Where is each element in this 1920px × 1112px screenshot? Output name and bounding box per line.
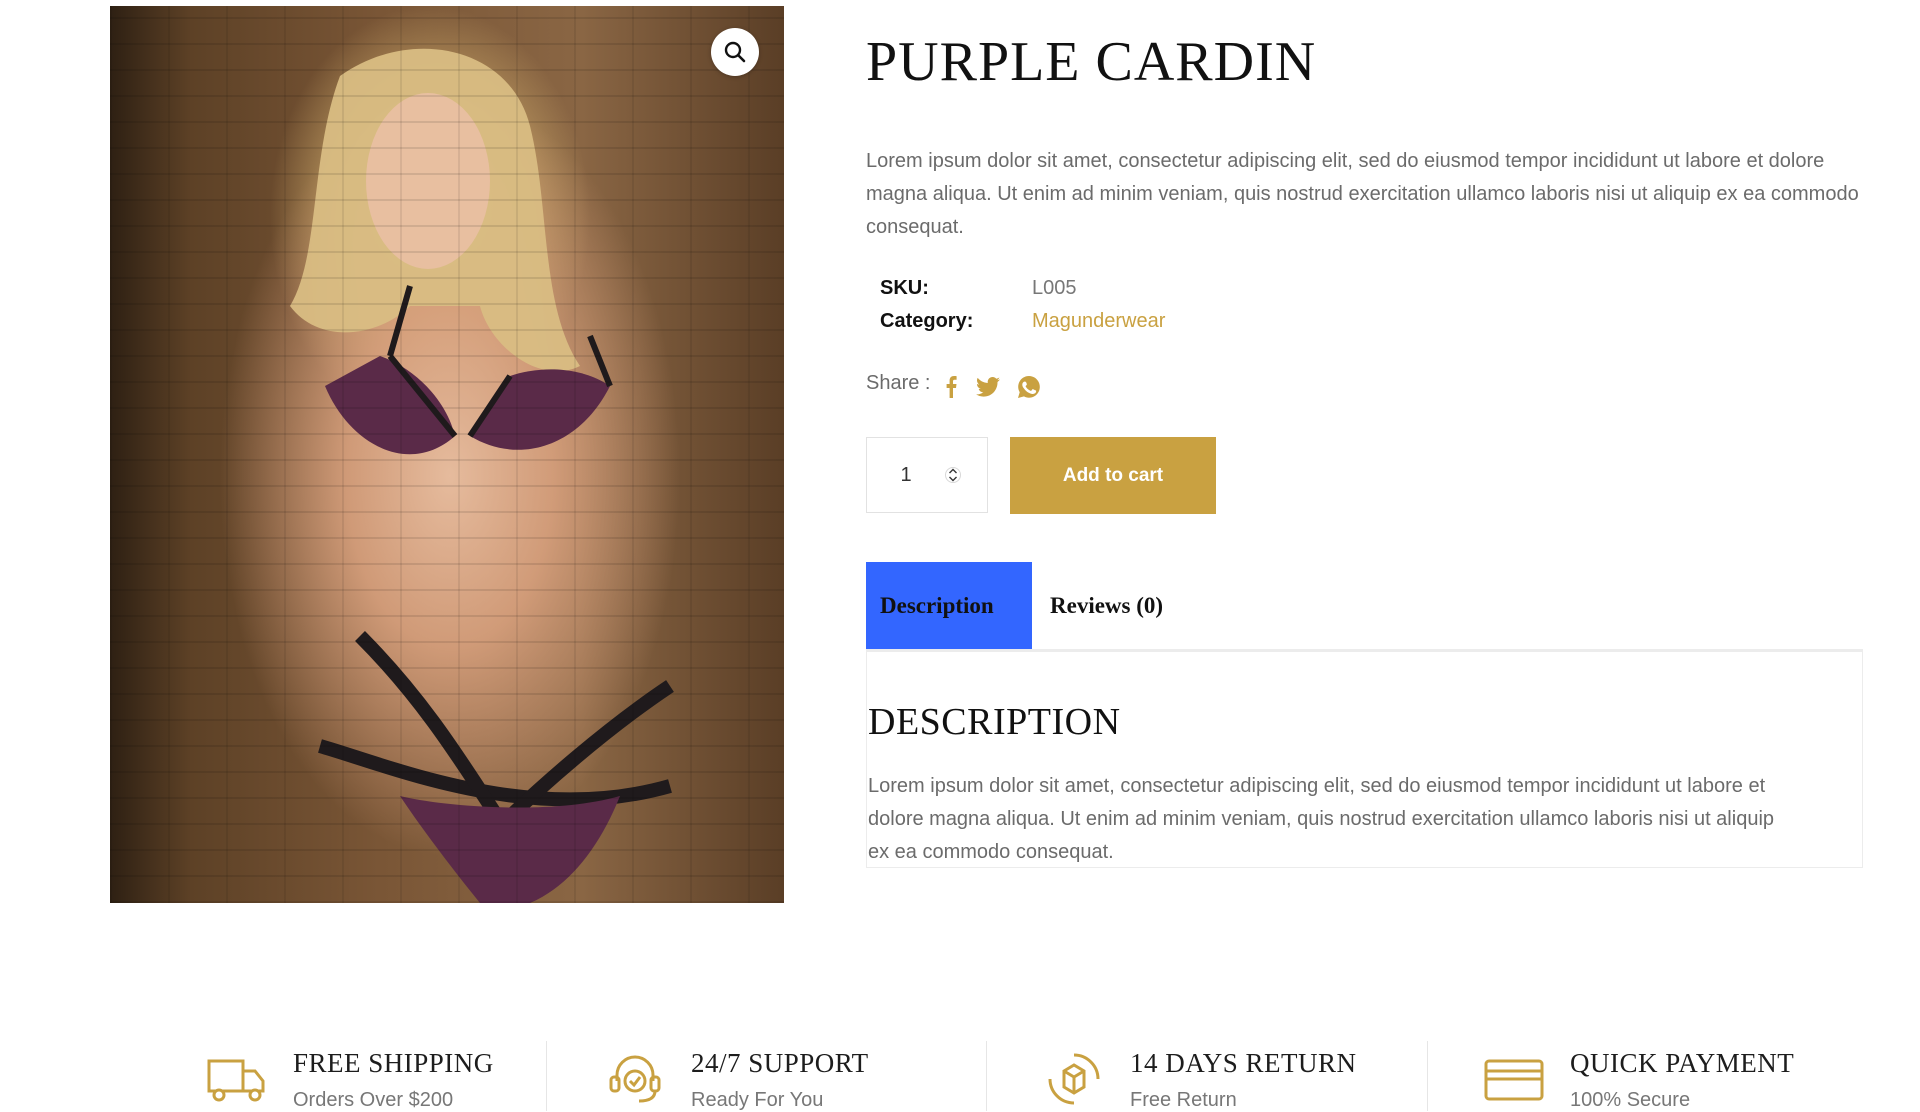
feature-subtitle: Ready For You [691,1089,824,1112]
share-row: Share : [866,368,1041,398]
quantity-spinner[interactable] [945,464,961,486]
share-label: Share : [866,371,931,394]
zoom-button[interactable] [711,28,759,76]
twitter-icon[interactable] [976,377,1001,397]
box-return-icon [1048,1053,1100,1105]
quantity-stepper[interactable]: 1 [866,437,988,513]
feature-divider [986,1041,987,1111]
feature-title: 14 DAYS RETURN [1130,1048,1357,1078]
feature-divider [1427,1041,1428,1111]
product-image[interactable] [110,6,784,903]
headset-icon [609,1055,661,1103]
credit-card-icon [1484,1059,1544,1101]
feature-returns: 14 DAYS RETURN Free Return [1042,1037,1357,1112]
feature-title: 24/7 SUPPORT [691,1048,869,1078]
feature-title: FREE SHIPPING [293,1048,494,1078]
feature-subtitle: Free Return [1130,1089,1237,1112]
feature-payment: QUICK PAYMENT 100% Secure [1482,1037,1794,1112]
feature-divider [546,1041,547,1111]
category-row: Category: Magunderwear [880,305,1165,338]
tab-reviews[interactable]: Reviews (0) [1050,562,1163,650]
magnifier-icon [724,41,746,63]
features-bar: FREE SHIPPING Orders Over $200 24/7 SUPP… [0,1037,1920,1111]
tab-description[interactable]: Description [866,562,1032,650]
quantity-input[interactable]: 1 [867,464,945,487]
feature-support: 24/7 SUPPORT Ready For You [603,1037,869,1112]
sku-row: SKU: L005 [880,272,1165,305]
add-to-cart-button[interactable]: Add to cart [1010,437,1216,514]
feature-subtitle: 100% Secure [1570,1089,1691,1112]
description-heading: DESCRIPTION [868,701,1121,743]
feature-title: QUICK PAYMENT [1570,1048,1795,1078]
whatsapp-icon[interactable] [1018,376,1041,398]
truck-icon [207,1059,265,1102]
facebook-icon[interactable] [944,376,958,398]
sku-value: L005 [1032,277,1077,299]
description-text: Lorem ipsum dolor sit amet, consectetur … [868,775,1775,863]
sku-label: SKU: [880,277,929,299]
share-icons [944,376,1041,398]
category-link[interactable]: Magunderwear [1032,310,1165,333]
product-meta: SKU: L005 Category: Magunderwear [880,272,1165,338]
feature-subtitle: Orders Over $200 [293,1089,454,1112]
category-label: Category: [880,310,974,332]
product-photo-illustration [290,48,674,903]
spinner-arrows-icon [945,467,961,483]
product-short-description: Lorem ipsum dolor sit amet, consectetur … [866,150,1859,238]
feature-free-shipping: FREE SHIPPING Orders Over $200 [205,1037,494,1112]
product-title: PURPLE CARDIN [866,31,1317,93]
